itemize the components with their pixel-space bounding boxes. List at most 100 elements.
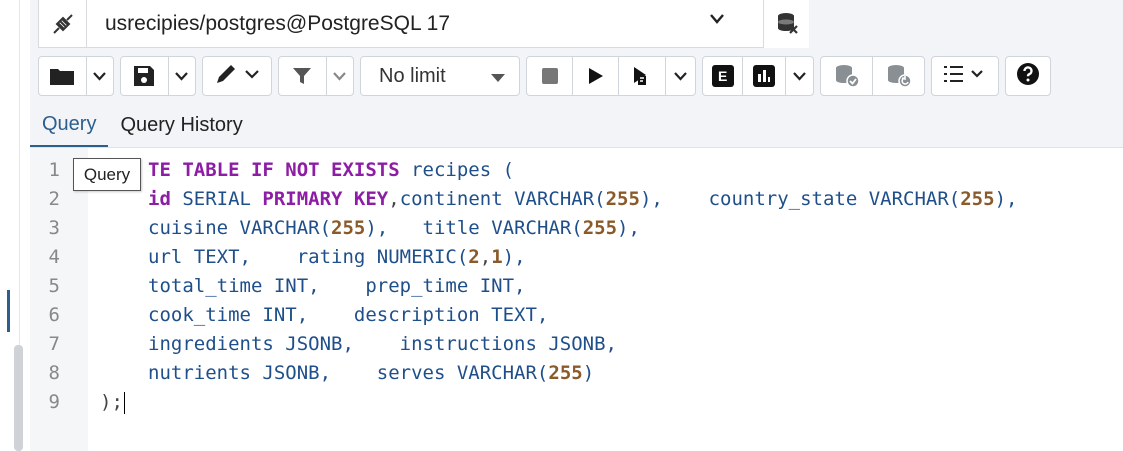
list-icon: [943, 64, 987, 89]
sql-editor[interactable]: 1 TE TABLE IF NOT EXISTS recipes ( 2 id SER…: [30, 148, 1123, 451]
code-token: ),: [502, 246, 526, 268]
code-token: 1: [491, 246, 503, 268]
code-token: ),: [617, 217, 640, 239]
code-text: total_time INT, prep_time INT,: [148, 272, 526, 301]
tooltip: Query: [73, 158, 141, 191]
code-token: 255: [331, 217, 366, 239]
code-token: TE TABLE IF NOT EXISTS: [148, 159, 400, 181]
left-panel-strip: [0, 0, 30, 451]
execute-play-icon[interactable]: [573, 57, 618, 95]
code-token: SERIAL: [170, 188, 263, 210]
code-token: ingredients JSONB, instructions JSONB,: [148, 333, 617, 355]
code-text: cook_time INT, description TEXT,: [148, 301, 548, 330]
line-number: 7: [48, 333, 60, 355]
code-token: 255: [960, 188, 995, 210]
chevron-down-icon[interactable]: [87, 57, 113, 95]
code-text: TE TABLE IF NOT EXISTS recipes (: [148, 156, 514, 185]
code-text: );: [100, 388, 125, 417]
editor-tabs: Query Query History: [30, 104, 1123, 148]
code-token: 255: [548, 362, 583, 384]
line-number: 2: [48, 188, 60, 210]
tab-query[interactable]: Query: [30, 103, 109, 147]
code-text: nutrients JSONB, serves VARCHAR(255): [148, 359, 594, 388]
code-token: continent VARCHAR(: [399, 188, 606, 210]
code-token: ), country_state VARCHAR(: [639, 188, 961, 210]
code-text: id SERIAL PRIMARY KEY,continent VARCHAR(…: [148, 185, 1017, 214]
pen-icon: [214, 63, 260, 90]
line-number: 9: [48, 391, 60, 413]
code-line: 7 ingredients JSONB, instructions JSONB,: [30, 330, 1090, 359]
rollback-icon[interactable]: [873, 57, 924, 95]
chevron-down-icon[interactable]: [697, 14, 737, 24]
macros-button[interactable]: [931, 56, 999, 96]
code-token: total_time INT, prep_time INT,: [148, 275, 526, 297]
code-line: 4 url TEXT, rating NUMERIC(2,1),: [30, 243, 1090, 272]
folder-icon: [39, 57, 86, 95]
connection-selector[interactable]: usrecipies/postgres@PostgreSQL 17: [38, 0, 809, 48]
code-token: PRIMARY KEY: [262, 188, 389, 210]
commit-icon[interactable]: [821, 57, 872, 95]
code-token: id: [148, 188, 171, 210]
code-line: 9);: [30, 388, 1090, 417]
code-text: ingredients JSONB, instructions JSONB,: [148, 330, 617, 359]
vertical-scrollbar[interactable]: [14, 345, 23, 451]
help-button[interactable]: [1005, 56, 1051, 96]
connection-label: usrecipies/postgres@PostgreSQL 17: [105, 11, 451, 35]
execute-group: [526, 56, 696, 96]
code-token: 2: [468, 246, 480, 268]
open-file-button[interactable]: [38, 56, 114, 96]
code-text: cuisine VARCHAR(255), title VARCHAR(255)…: [148, 214, 640, 243]
chevron-down-icon[interactable]: [327, 57, 353, 95]
code-token: recipes (: [399, 159, 515, 181]
code-token: ),: [994, 188, 1018, 210]
stop-icon[interactable]: [527, 57, 572, 95]
connection-plug-icon: [39, 0, 87, 47]
code-line: 8 nutrients JSONB, serves VARCHAR(255): [30, 359, 1090, 388]
code-line: 2 id SERIAL PRIMARY KEY,continent VARCHAR…: [30, 185, 1090, 214]
code-lines: 1 TE TABLE IF NOT EXISTS recipes ( 2 id SER…: [30, 156, 1090, 417]
chevron-down-icon[interactable]: [666, 57, 695, 95]
save-button[interactable]: [120, 56, 196, 96]
execute-script-icon[interactable]: [619, 57, 664, 95]
tab-query-history[interactable]: Query History: [108, 103, 254, 147]
query-toolbar: No limit E: [38, 54, 1051, 98]
code-token: nutrients JSONB, serves VARCHAR(: [148, 362, 549, 384]
line-number: 6: [48, 304, 60, 326]
line-number: 8: [48, 362, 60, 384]
chevron-down-icon[interactable]: [786, 57, 814, 95]
line-number: 5: [48, 275, 60, 297]
query-tool-header: usrecipies/postgres@PostgreSQL 17 No lim…: [30, 0, 1123, 104]
code-token: );: [100, 391, 123, 413]
code-token: ,: [388, 188, 400, 210]
chevron-down-icon[interactable]: [169, 57, 195, 95]
help-icon: [1016, 62, 1040, 91]
code-line: 3 cuisine VARCHAR(255), title VARCHAR(255…: [30, 214, 1090, 243]
code-text: url TEXT, rating NUMERIC(2,1),: [148, 243, 526, 272]
explain-analyze-icon[interactable]: [743, 57, 784, 95]
explain-button[interactable]: E: [703, 57, 742, 95]
code-token: url TEXT, rating NUMERIC(: [148, 246, 469, 268]
code-token: cuisine VARCHAR(: [148, 217, 332, 239]
filter-icon: [279, 57, 326, 95]
line-number: 1: [48, 159, 60, 181]
filter-button[interactable]: [278, 56, 354, 96]
database-icon[interactable]: [763, 0, 809, 48]
caret-down-icon: [491, 65, 505, 88]
line-number: 3: [48, 217, 60, 239]
row-limit-value: No limit: [379, 64, 446, 87]
explain-icon: E: [711, 65, 734, 87]
code-token: ), title VARCHAR(: [365, 217, 583, 239]
code-line: 1 TE TABLE IF NOT EXISTS recipes (: [30, 156, 1090, 185]
text-cursor: [123, 391, 125, 414]
code-token: cook_time INT, description TEXT,: [148, 304, 549, 326]
active-marker: [7, 290, 10, 332]
code-token: ,: [479, 246, 492, 268]
edit-button[interactable]: [202, 56, 272, 96]
code-line: 5 total_time INT, prep_time INT,: [30, 272, 1090, 301]
code-token: 255: [605, 188, 640, 210]
save-icon: [121, 57, 168, 95]
code-line: 6 cook_time INT, description TEXT,: [30, 301, 1090, 330]
code-token: 255: [582, 217, 618, 239]
line-number: 4: [48, 246, 60, 268]
row-limit-select[interactable]: No limit: [360, 56, 520, 96]
